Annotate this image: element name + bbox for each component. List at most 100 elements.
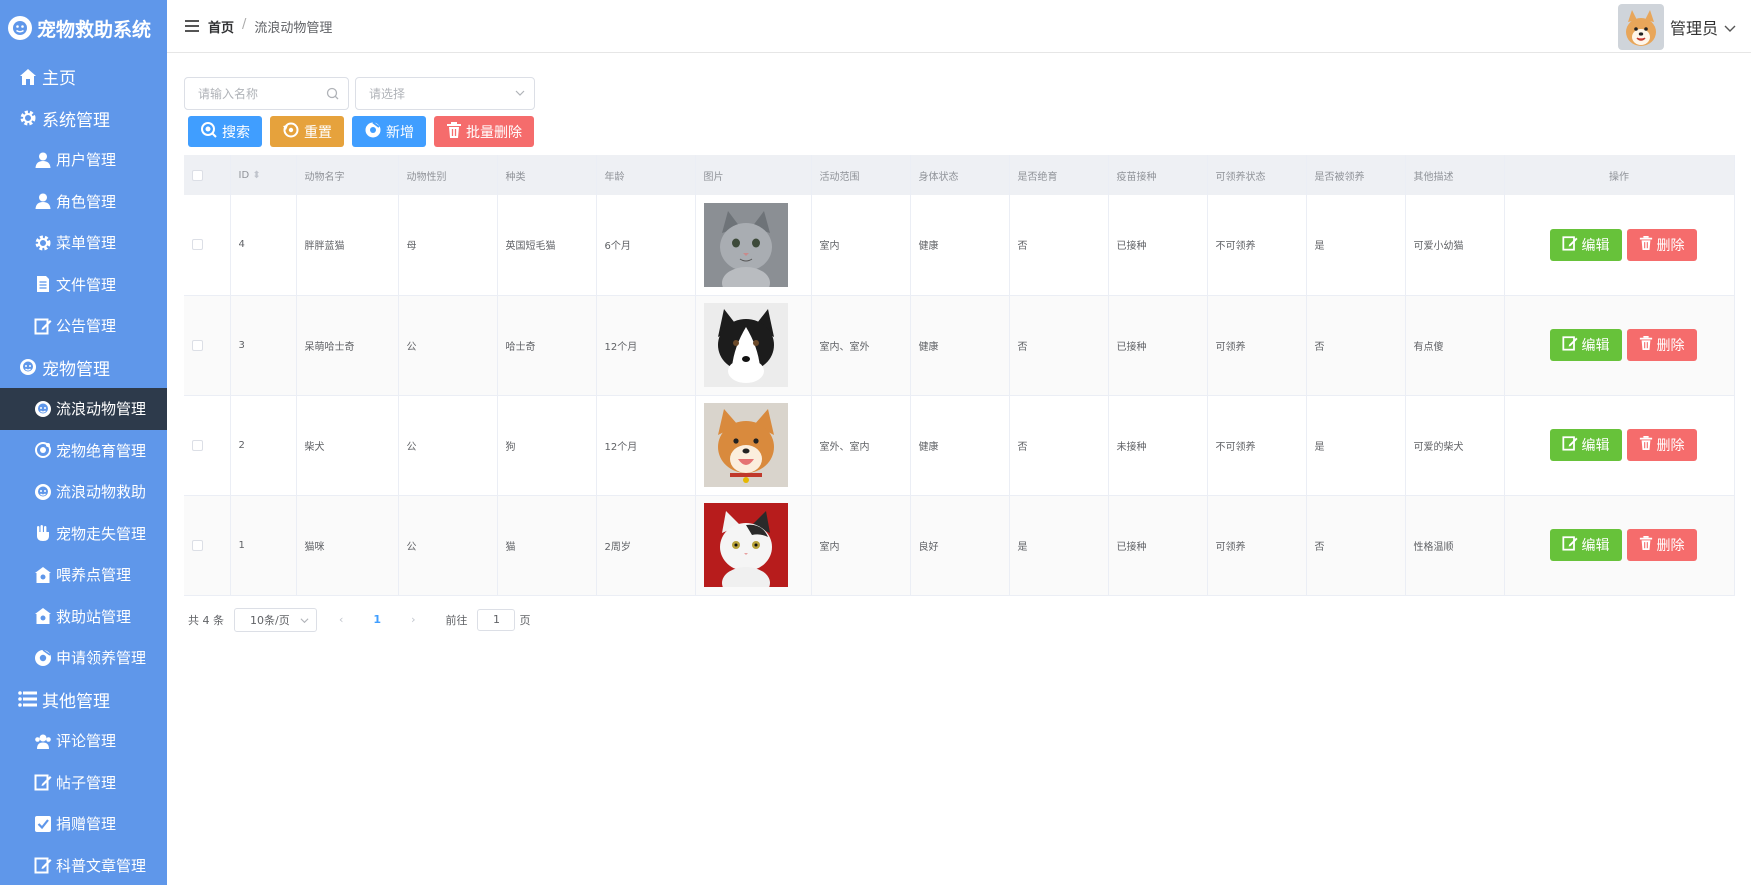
pet-image[interactable] [703,403,788,487]
sidebar-item[interactable]: 宠物走失管理 [0,513,167,555]
sidebar-item[interactable]: 申请领养管理 [0,637,167,679]
cell-vaccine: 已接种 [1108,495,1208,596]
sidebar-item[interactable]: 救助站管理 [0,596,167,638]
edit-button-label: 编辑 [1581,338,1610,354]
add-button[interactable]: 新增 [352,116,426,147]
sidebar-item[interactable]: 宠物绝育管理 [0,430,167,472]
row-checkbox[interactable] [192,239,203,251]
sidebar-item[interactable]: 菜单管理 [0,222,167,264]
sidebar-item-label: 救助站管理 [56,607,132,626]
search-button[interactable]: 搜索 [188,116,262,147]
cell-actions: 编辑 删除 [1504,395,1735,496]
cell-actions: 编辑 删除 [1504,495,1735,596]
sidebar-item[interactable]: 角色管理 [0,181,167,223]
sidebar-item[interactable]: 帖子管理 [0,762,167,804]
user-icon [33,191,53,211]
select-all-checkbox[interactable] [192,169,203,181]
edit-button-label: 编辑 [1581,237,1610,254]
top-bar: 首页 / 流浪动物管理 管理员 [167,0,1751,53]
table-header-row: ID ⬍ 动物名字 动物性别 种类 年龄 图片 活动范围 身体状态 是否绝育 疫… [184,155,1735,195]
column-header: 种类 [497,155,597,195]
sort-icon[interactable]: ⬍ [252,170,260,181]
sidebar-item[interactable]: 文件管理 [0,264,167,306]
cell-desc: 可爱小幼猫 [1405,195,1505,296]
sidebar-item-label: 宠物管理 [42,359,110,380]
batch-delete-button[interactable]: 批量删除 [434,116,534,147]
app-logo: 宠物救助系统 [0,0,167,56]
edit-icon [1561,335,1578,355]
pet-icon [33,482,53,502]
sidebar-item-label: 主页 [42,69,76,90]
sidebar-item[interactable]: 捐赠管理 [0,803,167,845]
pet-icon [18,357,38,377]
name-search-input[interactable]: 请输入名称 [184,77,349,110]
sidebar-item[interactable]: 系统管理 [0,98,167,140]
hamburger-icon[interactable] [185,20,199,32]
sidebar-item[interactable]: 流浪动物救助 [0,471,167,513]
cell-kind: 哈士奇 [497,295,597,396]
search-icon [200,121,218,143]
checkbox-cell [184,395,231,496]
edit-button[interactable]: 编辑 [1549,429,1622,461]
row-checkbox[interactable] [192,539,203,551]
cell-kind: 狗 [497,395,597,496]
reset-button[interactable]: 重置 [270,116,344,147]
page-number[interactable]: 1 [373,613,381,626]
sidebar-item-label: 其他管理 [42,691,110,712]
sidebar-item[interactable]: 用户管理 [0,139,167,181]
edit-button[interactable]: 编辑 [1549,329,1622,361]
row-actions: 编辑 删除 [1513,228,1734,261]
sidebar-item[interactable]: 其他管理 [0,679,167,721]
edit-icon [1561,235,1578,255]
edit-button[interactable]: 编辑 [1549,529,1622,561]
sidebar-item[interactable]: 公告管理 [0,305,167,347]
delete-button[interactable]: 删除 [1626,228,1697,261]
filter-select[interactable]: 请选择 [355,77,535,110]
column-header-id[interactable]: ID ⬍ [230,155,297,195]
batch-delete-button-label: 批量删除 [466,124,522,141]
cell-name: 呆萌哈士奇 [296,295,399,396]
row-checkbox[interactable] [192,339,203,351]
pet-image[interactable] [703,303,788,387]
cell-age: 12个月 [596,295,696,396]
delete-button[interactable]: 删除 [1626,429,1697,461]
prev-page-icon[interactable]: ‹ [339,613,343,626]
user-menu[interactable]: 管理员 [1617,4,1736,50]
row-actions: 编辑 删除 [1513,529,1734,561]
sidebar-item[interactable]: 科普文章管理 [0,845,167,885]
next-page-icon[interactable]: › [411,613,415,626]
total-count: 共 4 条 [188,613,224,627]
gear-icon [33,233,53,253]
sidebar-item[interactable]: 宠物管理 [0,347,167,389]
breadcrumb-home[interactable]: 首页 [208,17,234,36]
stray-animal-table: ID ⬍ 动物名字 动物性别 种类 年龄 图片 活动范围 身体状态 是否绝育 疫… [184,155,1735,596]
delete-button[interactable]: 删除 [1626,329,1697,361]
cell-adopted: 是 [1306,195,1406,296]
chrome-icon [33,648,53,668]
shop-icon [33,606,53,626]
cell-adoptable: 可领养 [1207,295,1307,396]
sidebar-item-label: 角色管理 [56,192,117,211]
sidebar-item[interactable]: 流浪动物管理 [0,388,167,430]
cell-sterilized: 否 [1009,295,1109,396]
pet-image[interactable] [703,202,788,287]
sidebar-item[interactable]: 喂养点管理 [0,554,167,596]
action-toolbar: 搜索 重置 新增 批量删除 [188,116,1735,147]
delete-button[interactable]: 删除 [1626,529,1697,561]
goto-page-input[interactable]: 1 [477,608,516,631]
chevron-down-icon [515,87,525,101]
pet-image[interactable] [703,503,788,587]
reset-button-label: 重置 [304,124,332,141]
sidebar-item[interactable]: 主页 [0,56,167,98]
column-header: 是否绝育 [1009,155,1109,195]
edit-button-label: 编辑 [1581,438,1610,454]
page-size-select[interactable]: 10条/页 [234,607,317,632]
edit-button[interactable]: 编辑 [1549,228,1622,261]
trash-icon [1639,335,1653,355]
row-checkbox[interactable] [192,439,203,451]
sidebar-item[interactable]: 评论管理 [0,720,167,762]
edit-icon [33,316,53,336]
sidebar-item-label: 流浪动物管理 [56,400,147,419]
column-header: 年龄 [596,155,696,195]
avatar[interactable] [1617,4,1664,50]
